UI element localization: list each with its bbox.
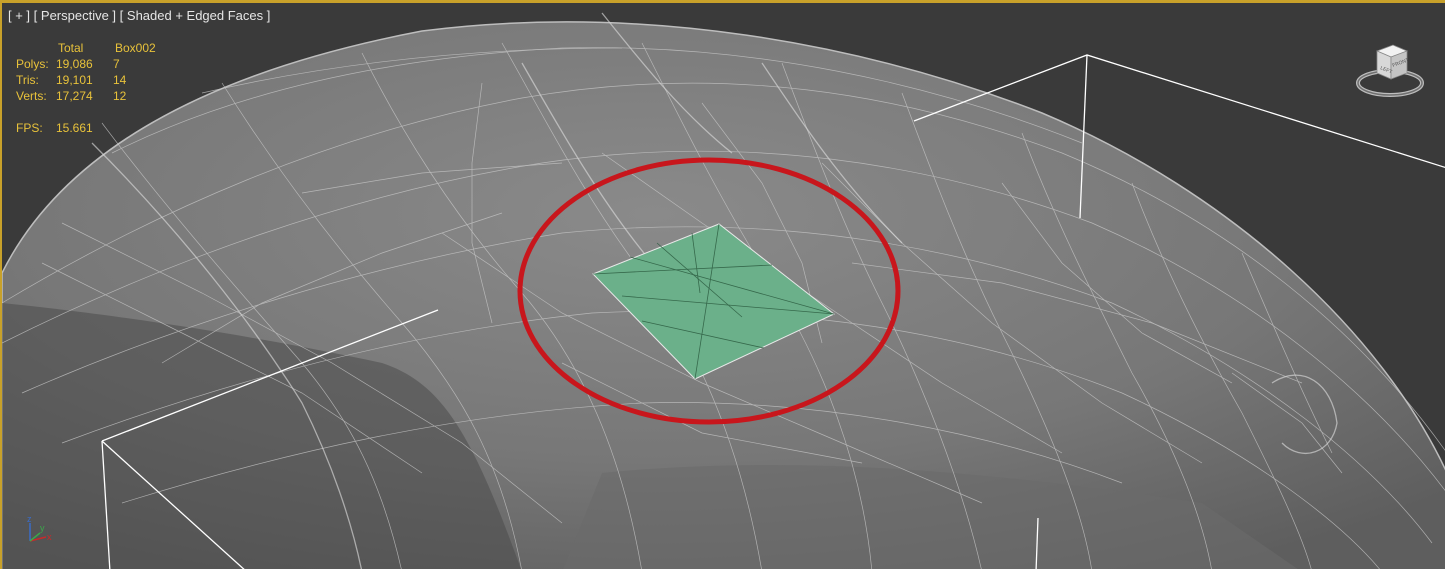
stats-tris-row: Tris: 19,101 14 [16,72,175,88]
axis-x-label: x [47,532,52,542]
stats-verts-object: 12 [113,89,127,103]
stats-verts-total: 17,274 [56,89,93,103]
scene-canvas[interactable] [2,3,1445,569]
stats-polys-object: 7 [113,57,120,71]
viewcube-cube[interactable]: LEFT FRONT [1375,44,1410,80]
stats-polys-total: 19,086 [56,57,93,71]
stats-label-blank [16,40,56,56]
stats-header-total: Total [58,41,84,55]
viewport-label: [ + ] [ Perspective ] [ Shaded + Edged F… [8,8,270,23]
axis-tripod-icon: z x y [27,514,52,542]
axis-z-label: z [27,514,32,524]
stats-tris-label: Tris: [16,73,39,87]
viewport-shading-menu[interactable]: [ Shaded + Edged Faces ] [120,8,271,23]
stats-fps-value: 15.661 [56,121,93,135]
stats-fps-label: FPS: [16,121,43,135]
viewport-view-menu[interactable]: [ Perspective ] [34,8,116,23]
stats-verts-label: Verts: [16,89,47,103]
scene-statistics: Total Box002 Polys: 19,086 7 Tris: 19,10… [16,40,175,136]
stats-header-object: Box002 [115,41,156,55]
stats-header-row: Total Box002 [16,40,175,56]
stats-fps-row: FPS: 15.661 [16,120,175,136]
stats-tris-object: 14 [113,73,127,87]
perspective-viewport[interactable]: [ + ] [ Perspective ] [ Shaded + Edged F… [0,0,1445,569]
stats-polys-row: Polys: 19,086 7 [16,56,175,72]
stats-polys-label: Polys: [16,57,49,71]
axis-y-label: y [40,523,45,533]
stats-tris-total: 19,101 [56,73,93,87]
stats-verts-row: Verts: 17,274 12 [16,88,175,104]
viewport-plus-menu[interactable]: [ + ] [8,8,30,23]
viewcube[interactable]: LEFT FRONT [1355,41,1425,101]
